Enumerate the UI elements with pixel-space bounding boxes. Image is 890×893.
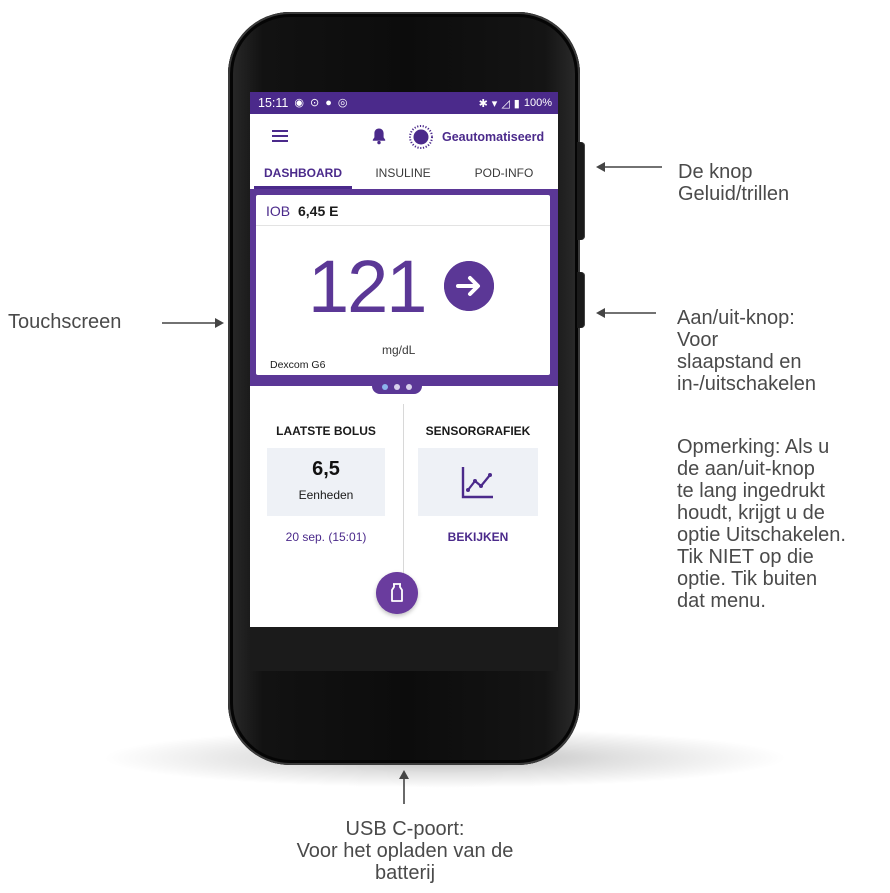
power-button-callout: Aan/uit-knop: Voor slaapstand en in-/uit… xyxy=(677,307,816,395)
power-button-note: Opmerking: Als u de aan/uit-knop te lang… xyxy=(677,436,846,612)
sound-button-arrow xyxy=(596,162,662,172)
sound-vibrate-button[interactable] xyxy=(577,142,585,240)
power-button-arrow xyxy=(596,308,656,318)
page-indicator[interactable] xyxy=(372,380,422,394)
last-bolus-value: 6,5 xyxy=(312,458,340,480)
note-line: optie Uitschakelen. xyxy=(677,524,846,546)
iob-row: IOB 6,45 E xyxy=(256,195,550,226)
app-bar: Geautomatiseerd xyxy=(250,114,558,162)
battery-level: 100% xyxy=(523,97,552,109)
touchscreen-callout: Touchscreen xyxy=(8,311,122,333)
sensor-name: Dexcom G6 xyxy=(270,359,326,371)
note-line: dat menu. xyxy=(677,590,766,612)
bolus-pod-icon[interactable] xyxy=(376,572,418,614)
mode-label: Geautomatiseerd xyxy=(442,130,545,144)
sensor-graph-title: SENSORGRAFIEK xyxy=(425,424,531,438)
battery-icon: ▮ xyxy=(513,97,520,110)
touchscreen-arrow xyxy=(162,318,224,328)
page-dot xyxy=(394,384,400,390)
note-line: Opmerking: Als u xyxy=(677,436,830,458)
notification-icon: ⊙ xyxy=(309,96,320,109)
last-bolus-date: 20 sep. (15:01) xyxy=(285,530,367,544)
notification-icon: ◎ xyxy=(337,96,348,109)
page-dot xyxy=(382,384,388,390)
status-bar: 15:11 ◉ ⊙ ● ◎ ✱ ▾ ◿ ▮ 100% xyxy=(250,92,558,114)
note-line: Tik NIET op die xyxy=(677,546,814,568)
callout-line: in-/uitschakelen xyxy=(677,373,816,395)
arrow-right-icon xyxy=(444,261,494,311)
last-bolus-box: 6,5 Eenheden xyxy=(267,448,385,516)
callout-line: Voor xyxy=(677,329,719,351)
glucose-unit: mg/dL xyxy=(382,343,416,357)
callout-line: Voor het opladen van de xyxy=(296,840,514,862)
last-bolus-title: LAATSTE BOLUS xyxy=(276,424,376,438)
line-chart-icon xyxy=(461,467,493,499)
notification-icon: ● xyxy=(325,96,332,109)
page-dot xyxy=(406,384,412,390)
callout-line: batterij xyxy=(374,862,436,884)
status-right: ✱ ▾ ◿ ▮ 100% xyxy=(479,97,552,110)
bluetooth-icon: ✱ xyxy=(478,97,488,110)
note-line: optie. Tik buiten xyxy=(677,568,818,590)
usb-port-callout: USB C-poort: Voor het opladen van de bat… xyxy=(245,818,565,884)
wifi-icon: ▾ xyxy=(491,97,498,110)
iob-value: 6,45 E xyxy=(298,203,339,219)
sensor-card: IOB 6,45 E 121 mg/dL Dexcom G6 xyxy=(256,195,550,375)
notification-icon: ◉ xyxy=(294,96,304,109)
phone-chin xyxy=(250,627,558,671)
sensor-panel: IOB 6,45 E 121 mg/dL Dexcom G6 xyxy=(250,189,558,394)
callout-line: USB C-poort: xyxy=(345,818,465,840)
last-bolus-unit: Eenheden xyxy=(298,488,354,502)
signal-icon: ◿ xyxy=(501,97,510,110)
note-line: de aan/uit-knop xyxy=(677,458,815,480)
power-button[interactable] xyxy=(577,272,585,328)
note-line: houdt, krijgt u de xyxy=(677,502,825,524)
touchscreen[interactable]: 15:11 ◉ ⊙ ● ◎ ✱ ▾ ◿ ▮ 100% Geautomatisee… xyxy=(250,92,558,627)
callout-line: De knop xyxy=(678,161,753,183)
callout-line: slaapstand en xyxy=(677,351,802,373)
sensor-graph-box[interactable] xyxy=(418,448,538,516)
glucose-value: 121 xyxy=(308,245,427,328)
menu-icon[interactable] xyxy=(272,130,288,142)
iob-label: IOB xyxy=(266,203,291,219)
usb-port-arrow xyxy=(399,770,409,804)
automated-mode-icon xyxy=(409,125,433,149)
bell-icon[interactable] xyxy=(371,127,387,145)
callout-line: Aan/uit-knop: xyxy=(677,307,795,329)
callout-line: Geluid/trillen xyxy=(678,183,790,205)
status-time: 15:11 xyxy=(258,96,289,110)
view-graph-link[interactable]: BEKIJKEN xyxy=(418,530,538,544)
note-line: te lang ingedrukt xyxy=(677,480,825,502)
sound-button-callout: De knop Geluid/trillen xyxy=(678,161,789,205)
